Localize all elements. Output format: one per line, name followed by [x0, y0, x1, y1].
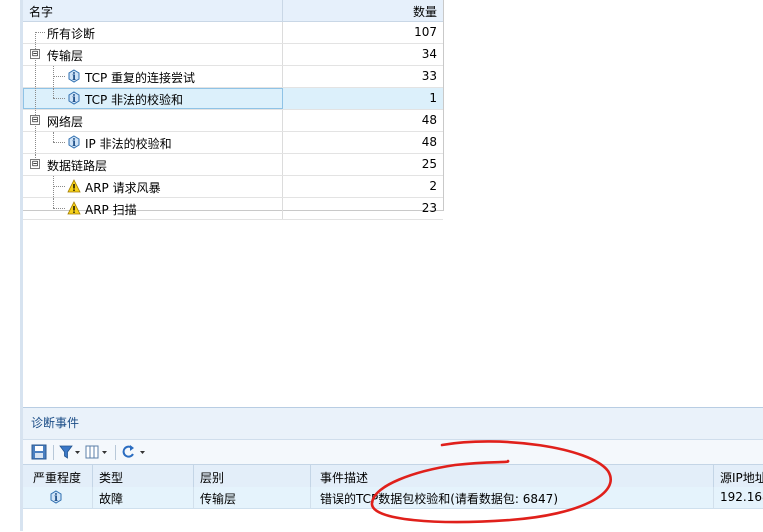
tree-row-tcp-bad-checksum[interactable]: i TCP 非法的校验和 1: [23, 88, 443, 110]
tree-row-datalink-layer[interactable]: ⊟ 数据链路层 25: [23, 154, 443, 176]
tree-label: TCP 非法的校验和: [85, 93, 184, 107]
column-header-name[interactable]: 名字: [29, 3, 53, 20]
info-diagnosis-icon: i: [68, 91, 80, 105]
tree-count: 2: [429, 179, 437, 193]
tree-count: 33: [421, 69, 437, 83]
svg-text:i: i: [72, 94, 76, 105]
column-header-count[interactable]: 数量: [413, 3, 437, 20]
save-icon[interactable]: [31, 444, 48, 461]
tree-header: 名字 数量: [23, 0, 443, 22]
svg-text:i: i: [72, 138, 76, 149]
tree-label: 所有诊断: [47, 27, 96, 41]
tree-count: 48: [421, 135, 437, 149]
tree-count: 1: [429, 91, 437, 105]
tree-label: IP 非法的校验和: [85, 137, 172, 151]
cell-source-ip: 192.168: [720, 490, 763, 504]
tree-count: 107: [414, 25, 437, 39]
tree-count: 23: [421, 201, 437, 215]
columns-icon[interactable]: [85, 444, 109, 461]
column-description[interactable]: 事件描述: [320, 469, 368, 486]
tree-row-ip-bad-checksum[interactable]: i IP 非法的校验和 48: [23, 132, 443, 154]
column-divider[interactable]: [282, 0, 283, 21]
warning-icon: [67, 179, 81, 193]
tree-label: TCP 重复的连接尝试: [85, 71, 196, 85]
tree-row-tcp-retry[interactable]: i TCP 重复的连接尝试 33: [23, 66, 443, 88]
column-source-ip[interactable]: 源IP地址: [720, 469, 763, 486]
collapse-icon[interactable]: ⊟: [30, 49, 40, 59]
events-toolbar: [23, 439, 763, 465]
column-layer[interactable]: 层别: [200, 469, 224, 486]
warning-icon: [67, 201, 81, 215]
grid-header: 严重程度 类型 层别 事件描述 源IP地址: [23, 464, 763, 488]
tree-label: 传输层: [47, 49, 84, 63]
refresh-icon[interactable]: [121, 444, 147, 461]
tree-row-network-layer[interactable]: ⊟ 网络层 48: [23, 110, 443, 132]
tree-row-all-diagnosis[interactable]: 所有诊断 107: [23, 22, 443, 44]
filter-icon[interactable]: [59, 444, 81, 461]
cell-description: 错误的TCP数据包校验和(请看数据包: 6847): [320, 492, 559, 506]
panel-title: 诊断事件: [31, 416, 80, 430]
column-severity[interactable]: 严重程度: [33, 469, 81, 486]
events-grid: 严重程度 类型 层别 事件描述 源IP地址 i 故障 传输层 错误的TCP数据包…: [23, 464, 763, 532]
svg-text:i: i: [72, 72, 76, 83]
info-diagnosis-icon: i: [68, 135, 80, 149]
tree-label: ARP 扫描: [85, 203, 137, 217]
cell-type: 故障: [99, 492, 124, 506]
svg-text:i: i: [54, 493, 58, 504]
cell-layer: 传输层: [200, 492, 237, 506]
tree-row-arp-scan[interactable]: ARP 扫描 23: [23, 198, 443, 220]
column-type[interactable]: 类型: [99, 469, 123, 486]
tree-label: 网络层: [47, 115, 84, 129]
tree-count: 34: [421, 47, 437, 61]
tree-row-transport-layer[interactable]: ⊟ 传输层 34: [23, 44, 443, 66]
info-diagnosis-icon: i: [68, 69, 80, 83]
tree-count: 25: [421, 157, 437, 171]
tree-label: 数据链路层: [47, 159, 108, 173]
info-diagnosis-icon: i: [50, 490, 62, 504]
diagnosis-events-panel: 诊断事件 严重程度 类型 层别 事件描述 源IP地址 i 故障 传输层 错误的T…: [23, 407, 763, 532]
diagnosis-tree: 名字 数量 所有诊断 107 ⊟ 传输层 34 i TCP 重复的连接尝试 33…: [23, 0, 444, 220]
collapse-icon[interactable]: ⊟: [30, 115, 40, 125]
collapse-icon[interactable]: ⊟: [30, 159, 40, 169]
tree-label: ARP 请求风暴: [85, 181, 161, 195]
tree-count: 48: [421, 113, 437, 127]
tree-row-arp-storm[interactable]: ARP 请求风暴 2: [23, 176, 443, 198]
table-row[interactable]: i 故障 传输层 错误的TCP数据包校验和(请看数据包: 6847) 192.1…: [23, 487, 763, 509]
